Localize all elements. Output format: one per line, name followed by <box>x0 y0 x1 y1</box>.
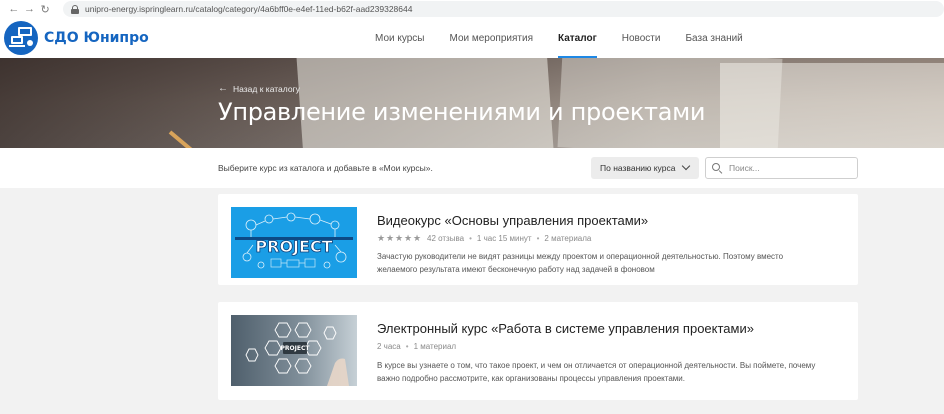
back-to-catalog-link[interactable]: ← Назад к каталогу <box>218 83 300 94</box>
arrow-left-icon: ← <box>218 83 228 94</box>
star-icon: ★ <box>413 233 422 243</box>
forward-arrow-icon[interactable]: → <box>22 1 38 17</box>
search-icon <box>712 162 723 174</box>
course-card[interactable]: PROJECT Электронный курс «Работа в систе… <box>218 302 858 400</box>
materials-count: 2 материала <box>544 234 592 243</box>
logo-text: СДО Юнипро <box>44 30 149 46</box>
catalog-toolbar: Выберите курс из каталога и добавьте в «… <box>0 148 944 188</box>
course-card[interactable]: PROJECT Видеокурс «Основы управления про… <box>218 194 858 285</box>
url-text: unipro-energy.ispringlearn.ru/catalog/ca… <box>84 4 413 14</box>
project-illustration-icon: PROJECT <box>231 207 357 278</box>
course-meta: ★ ★ ★ ★ ★ 42 отзыва • 1 час 15 минут • 2… <box>377 234 592 244</box>
site-header: СДО Юнипро Мои курсы Мои мероприятия Кат… <box>0 18 944 58</box>
star-icon: ★ <box>395 233 404 243</box>
materials-count: 1 материал <box>413 342 457 351</box>
banner-paper-decoration <box>720 63 944 148</box>
thumbnail-text: PROJECT <box>255 237 332 256</box>
nav-item-news[interactable]: Новости <box>622 18 661 58</box>
thumbnail-text: PROJECT <box>281 345 311 352</box>
nav-item-my-courses[interactable]: Мои курсы <box>375 18 425 58</box>
meta-separator: • <box>405 342 409 351</box>
lock-icon <box>70 4 79 14</box>
rating-stars: ★ ★ ★ ★ ★ <box>377 234 422 243</box>
nav-item-my-events[interactable]: Мои мероприятия <box>450 18 534 58</box>
star-icon: ★ <box>377 233 386 243</box>
address-bar[interactable]: unipro-energy.ispringlearn.ru/catalog/ca… <box>62 1 944 17</box>
reviews-count: 42 отзыва <box>427 234 465 243</box>
chevron-down-icon <box>681 161 691 171</box>
course-thumbnail: PROJECT <box>231 207 357 278</box>
nav-item-knowledge-base[interactable]: База знаний <box>685 18 742 58</box>
course-title[interactable]: Видеокурс «Основы управления проектами» <box>377 213 648 228</box>
logo-icon <box>4 21 38 55</box>
search-input[interactable] <box>729 163 849 173</box>
course-duration: 2 часа <box>377 342 401 351</box>
meta-separator: • <box>469 234 472 243</box>
course-description: В курсе вы узнаете о том, что такое прое… <box>377 361 816 383</box>
main-nav: Мои курсы Мои мероприятия Каталог Новост… <box>375 18 768 58</box>
meta-separator: • <box>536 234 540 243</box>
browser-toolbar: ← → ↻ unipro-energy.ispringlearn.ru/cata… <box>0 0 944 18</box>
sort-label: По названию курса <box>600 163 676 173</box>
project-network-illustration-icon: PROJECT <box>231 315 357 386</box>
search-box[interactable] <box>705 157 858 179</box>
star-icon: ★ <box>404 233 413 243</box>
reload-icon[interactable]: ↻ <box>37 1 53 17</box>
course-thumbnail: PROJECT <box>231 315 357 386</box>
course-title[interactable]: Электронный курс «Работа в системе управ… <box>377 321 754 336</box>
nav-item-catalog[interactable]: Каталог <box>558 18 597 58</box>
back-to-catalog-label: Назад к каталогу <box>233 83 300 94</box>
page-title: Управление изменениями и проектами <box>218 98 706 126</box>
catalog-hint: Выберите курс из каталога и добавьте в «… <box>218 163 433 173</box>
course-description: Зачастую руководители не видят разницы м… <box>377 252 784 274</box>
star-icon: ★ <box>386 233 395 243</box>
banner-pencil-decoration <box>168 130 225 148</box>
logo[interactable]: СДО Юнипро <box>2 18 149 58</box>
sort-dropdown[interactable]: По названию курса <box>591 157 699 179</box>
back-arrow-icon[interactable]: ← <box>6 1 22 17</box>
category-banner: ← Назад к каталогу Управление изменениям… <box>0 58 944 148</box>
course-duration: 1 час 15 минут <box>476 234 532 243</box>
course-meta: 2 часа • 1 материал <box>377 342 456 351</box>
